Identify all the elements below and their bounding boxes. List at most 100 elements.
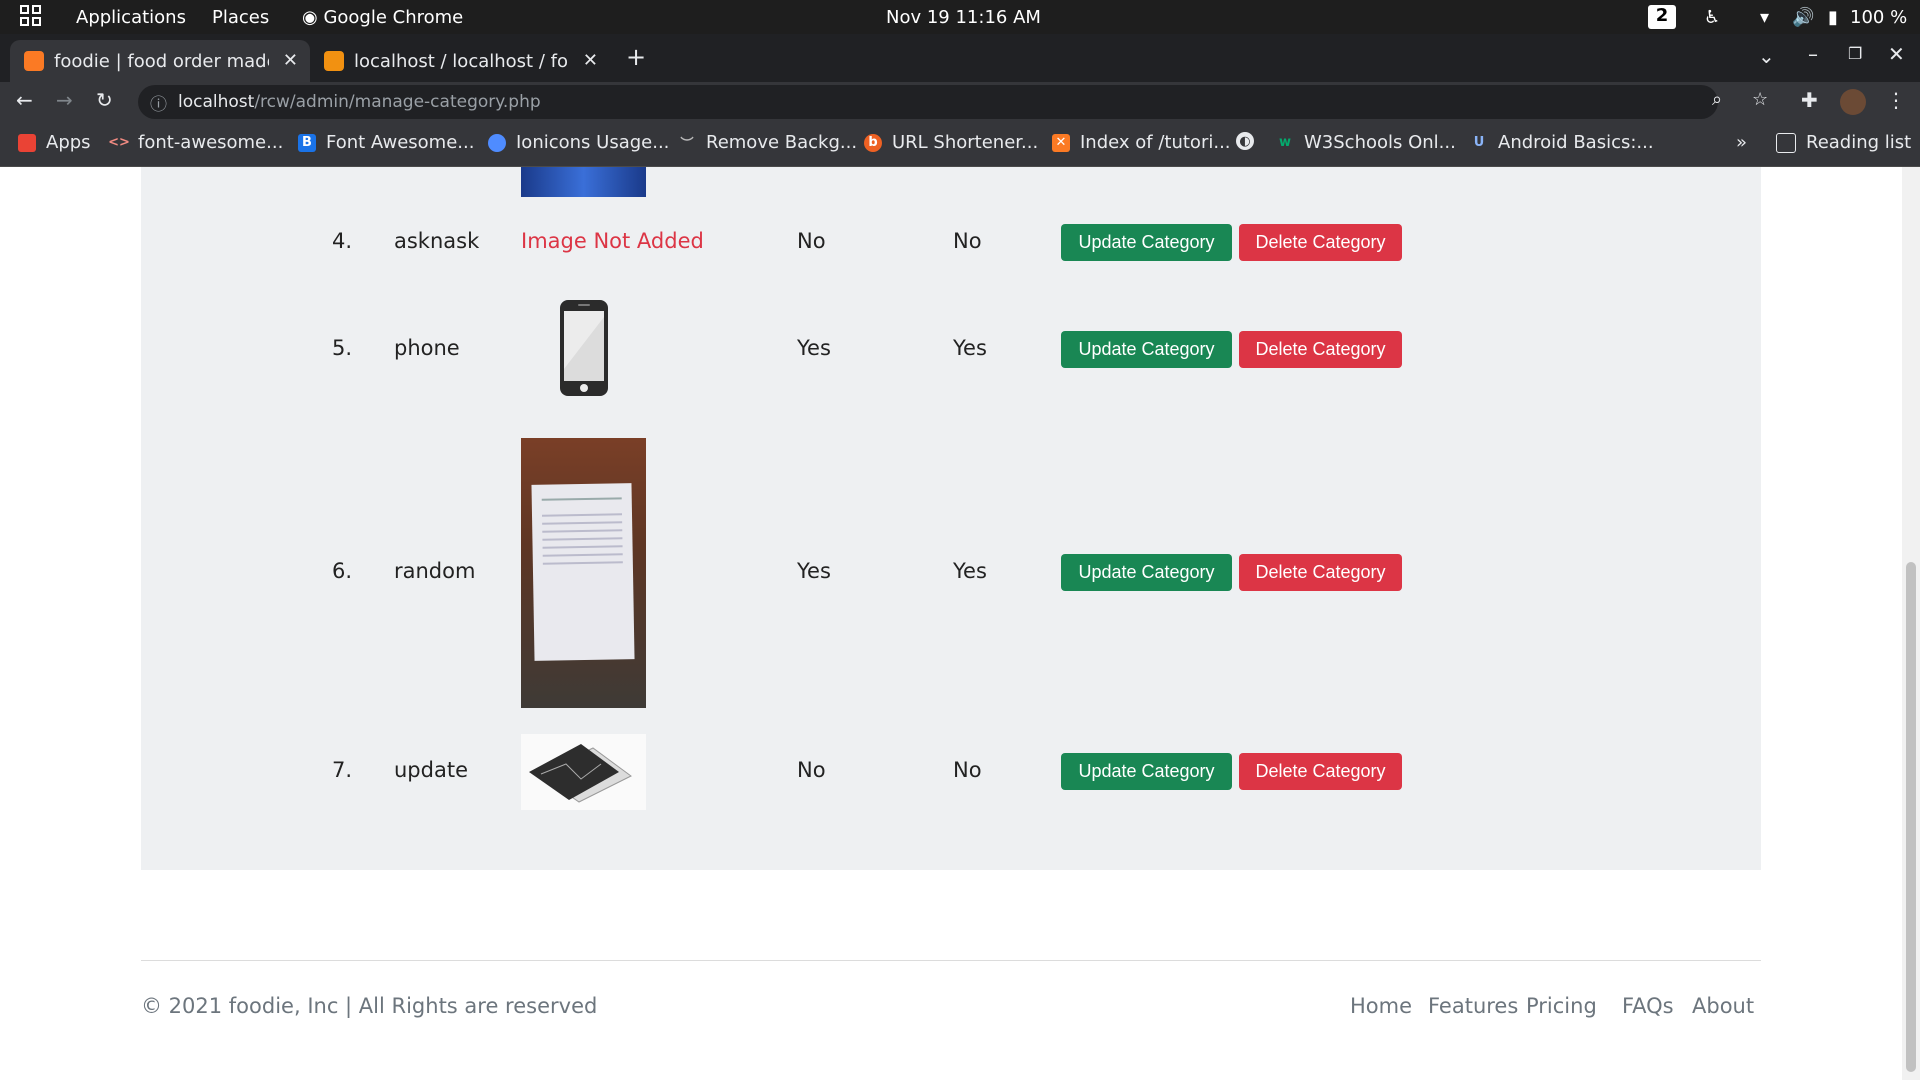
extensions-icon[interactable]: ✚ <box>1801 88 1818 112</box>
close-tab-icon[interactable]: ✕ <box>283 50 298 71</box>
globe-icon: ◐ <box>1236 132 1254 150</box>
zoom-icon[interactable]: ⌕ <box>1712 89 1722 110</box>
profile-avatar[interactable] <box>1840 89 1866 115</box>
forward-icon[interactable]: → <box>56 88 73 112</box>
xampp-icon: ✕ <box>1052 133 1070 152</box>
update-category-button[interactable]: Update Category <box>1061 753 1232 790</box>
update-category-button[interactable]: Update Category <box>1061 224 1232 261</box>
system-top-bar: Applications Places ◉ Google Chrome Nov … <box>0 0 1920 34</box>
phpmyadmin-favicon-icon <box>324 51 344 71</box>
battery-icon[interactable]: ▮ <box>1828 7 1838 28</box>
chrome-menu-icon[interactable]: ⋮ <box>1886 88 1906 112</box>
reload-icon[interactable]: ↻ <box>96 88 113 112</box>
page-scrollbar[interactable] <box>1902 167 1920 1080</box>
delete-category-button[interactable]: Delete Category <box>1239 554 1402 591</box>
category-image-partial <box>521 167 646 197</box>
category-image-phone <box>559 299 609 401</box>
bookmarks-bar: Apps <> font-awesome... B Font Awesome... … <box>0 122 1920 167</box>
image-not-added-text: Image Not Added <box>521 229 704 253</box>
xampp-favicon-icon <box>24 51 44 71</box>
workspace-indicator[interactable]: 2 <box>1648 5 1676 29</box>
tab-search-icon[interactable]: ⌄ <box>1758 44 1775 68</box>
udacity-icon: U <box>1473 135 1485 150</box>
row-number: 6. <box>332 559 353 583</box>
back-icon[interactable]: ← <box>16 88 33 112</box>
footer-link-features[interactable]: Features <box>1428 994 1518 1018</box>
footer-copyright: © 2021 foodie, Inc | All Rights are rese… <box>141 994 598 1018</box>
delete-category-button[interactable]: Delete Category <box>1239 224 1402 261</box>
bookmark-font-awesome-cdn[interactable]: <> font-awesome... <box>108 132 283 153</box>
applications-menu[interactable]: Applications <box>76 7 186 28</box>
page-content: 4. asknask Image Not Added No No Update … <box>0 167 1902 1080</box>
footer-link-home[interactable]: Home <box>1350 994 1412 1018</box>
footer-link-faqs[interactable]: FAQs <box>1622 994 1674 1018</box>
paper-sheet <box>531 483 635 661</box>
activities-grid-icon[interactable] <box>20 5 42 32</box>
tab-strip: foodie | food order made e ✕ localhost /… <box>0 34 1920 82</box>
bookmark-w3schools[interactable]: w W3Schools Onl... <box>1276 132 1456 153</box>
category-table-panel: 4. asknask Image Not Added No No Update … <box>141 167 1761 870</box>
bookmark-android-basics[interactable]: U Android Basics:... <box>1470 132 1654 153</box>
browser-toolbar: ← → ↻ ⓘ localhost/rcw/admin/manage-categ… <box>0 82 1920 122</box>
featured-value: Yes <box>797 559 831 583</box>
tab-phpmyadmin[interactable]: localhost / localhost / food ✕ <box>310 40 610 82</box>
row-number: 7. <box>332 758 353 782</box>
accessibility-icon[interactable]: ♿ <box>1704 7 1720 28</box>
category-image-broken-phones <box>521 734 646 810</box>
bookmark-index-tutorials[interactable]: ✕ Index of /tutori... <box>1052 132 1231 153</box>
update-category-button[interactable]: Update Category <box>1061 331 1232 368</box>
row-number: 4. <box>332 229 353 253</box>
tab-title: localhost / localhost / food <box>354 50 569 72</box>
code-icon: <> <box>108 135 130 150</box>
bookmark-url-shortener[interactable]: b URL Shortener... <box>864 132 1038 153</box>
reading-list-icon <box>1776 132 1796 153</box>
bookmark-star-icon[interactable]: ☆ <box>1752 89 1768 110</box>
minimize-icon[interactable]: – <box>1808 42 1818 66</box>
bookmark-remove-bg[interactable]: ︶ Remove Backg... <box>678 132 857 153</box>
more-bookmarks-icon[interactable]: » <box>1736 132 1747 153</box>
close-tab-icon[interactable]: ✕ <box>583 50 598 71</box>
address-bar[interactable]: ⓘ localhost/rcw/admin/manage-category.ph… <box>138 85 1768 119</box>
volume-icon[interactable]: 🔊 <box>1792 7 1814 28</box>
bootstrap-b-icon: B <box>298 133 316 152</box>
featured-value: No <box>797 229 826 253</box>
chrome-app-label: Google Chrome <box>323 7 464 28</box>
w3schools-icon: w <box>1278 135 1291 150</box>
category-image-document <box>521 438 646 708</box>
tab-foodie[interactable]: foodie | food order made e ✕ <box>10 40 310 82</box>
active-value: No <box>953 758 982 782</box>
wifi-icon[interactable]: ▾ <box>1760 7 1769 28</box>
ionicons-icon <box>488 133 506 152</box>
restore-icon[interactable]: ❐ <box>1848 44 1862 63</box>
chrome-app-menu[interactable]: ◉ Google Chrome <box>302 7 463 28</box>
bookmark-ionicons[interactable]: Ionicons Usage... <box>488 132 669 153</box>
bookmark-apps[interactable]: Apps <box>18 132 91 153</box>
delete-category-button[interactable]: Delete Category <box>1239 331 1402 368</box>
row-number: 5. <box>332 336 353 360</box>
chrome-icon: ◉ <box>302 7 318 28</box>
category-title: random <box>394 559 476 583</box>
clock[interactable]: Nov 19 11:16 AM <box>886 7 1041 28</box>
featured-value: No <box>797 758 826 782</box>
delete-category-button[interactable]: Delete Category <box>1239 753 1402 790</box>
battery-percent: 100 % <box>1850 7 1908 28</box>
bookmark-font-awesome[interactable]: B Font Awesome... <box>298 132 474 153</box>
site-info-icon[interactable]: ⓘ <box>150 90 167 115</box>
footer-divider <box>141 960 1761 961</box>
footer-link-pricing[interactable]: Pricing <box>1526 994 1597 1018</box>
update-category-button[interactable]: Update Category <box>1061 554 1232 591</box>
category-title: asknask <box>394 229 480 253</box>
tab-title: foodie | food order made e <box>54 50 269 72</box>
url-text: localhost/rcw/admin/manage-category.php <box>178 92 541 112</box>
footer-link-about[interactable]: About <box>1692 994 1754 1018</box>
places-menu[interactable]: Places <box>212 7 269 28</box>
scrollbar-thumb[interactable] <box>1906 562 1916 1072</box>
reading-list[interactable]: Reading list <box>1776 132 1911 153</box>
active-value: Yes <box>953 336 987 360</box>
bookmark-globe[interactable]: ◐ <box>1236 132 1264 150</box>
featured-value: Yes <box>797 336 831 360</box>
close-window-icon[interactable]: ✕ <box>1888 42 1905 66</box>
bitly-icon: b <box>864 133 882 152</box>
new-tab-icon[interactable]: + <box>626 43 646 71</box>
category-title: phone <box>394 336 460 360</box>
